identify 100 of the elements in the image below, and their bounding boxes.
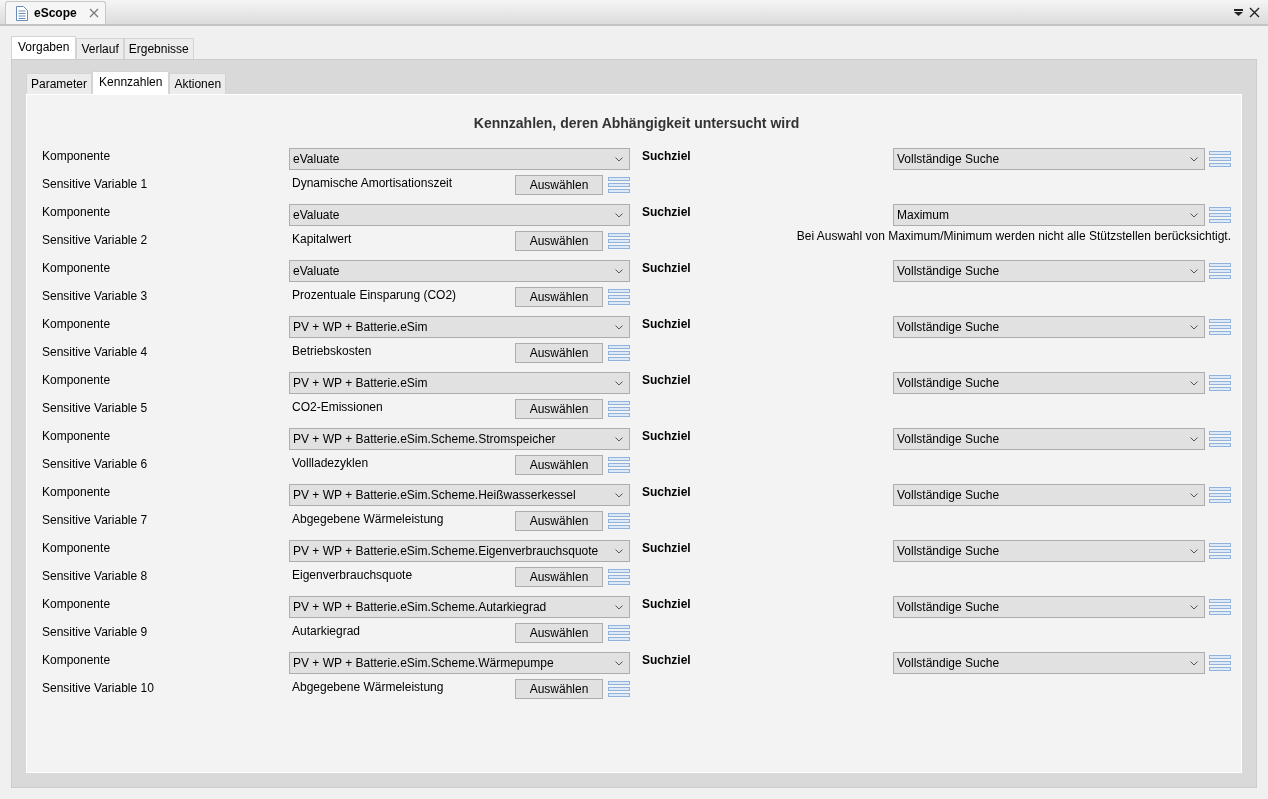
component-dropdown[interactable]: PV + WP + Batterie.eSim.Scheme.Autarkiegrad — [289, 596, 630, 618]
editor-tab[interactable]: eScope — [5, 1, 106, 24]
field-label: Komponente — [42, 316, 112, 333]
field-label: Sensitive Variable 10 — [42, 680, 155, 697]
chevron-down-icon — [615, 436, 623, 442]
select-button[interactable]: Auswählen — [515, 231, 603, 251]
list-icon[interactable] — [1209, 375, 1231, 391]
field-label: Komponente — [42, 652, 112, 669]
select-button[interactable]: Auswählen — [515, 679, 603, 699]
select-button[interactable]: Auswählen — [515, 399, 603, 419]
variable-name: Vollladezyklen — [292, 456, 370, 470]
select-button[interactable]: Auswählen — [515, 343, 603, 363]
component-dropdown[interactable]: PV + WP + Batterie.eSim.Scheme.Eigenverbrauchsquote — [289, 540, 630, 562]
search-goal-dropdown[interactable]: Maximum — [893, 204, 1205, 226]
search-goal-dropdown[interactable]: Vollständige Suche — [893, 596, 1205, 618]
list-icon[interactable] — [1209, 431, 1231, 447]
list-icon[interactable] — [1209, 151, 1231, 167]
search-goal-dropdown[interactable]: Vollständige Suche — [893, 260, 1205, 282]
list-icon[interactable] — [1209, 599, 1231, 615]
chevron-down-icon — [1190, 604, 1198, 610]
close-icon[interactable] — [1249, 6, 1260, 18]
field-label: Suchziel — [642, 484, 692, 501]
chevron-down-icon — [615, 380, 623, 386]
chevron-down-icon — [615, 156, 623, 162]
section-heading: Kennzahlen, deren Abhängigkeit untersucht wird — [472, 115, 801, 131]
variable-name: Dynamische Amortisationszeit — [292, 176, 454, 190]
component-dropdown[interactable]: PV + WP + Batterie.eSim — [289, 316, 630, 338]
select-button[interactable]: Auswählen — [515, 175, 603, 195]
field-label: Suchziel — [642, 316, 692, 333]
field-label: Komponente — [42, 204, 112, 221]
chevron-down-icon — [1190, 660, 1198, 666]
list-icon[interactable] — [1209, 487, 1231, 503]
list-icon[interactable] — [608, 625, 630, 641]
list-icon[interactable] — [608, 513, 630, 529]
tab[interactable]: Vorgaben — [11, 36, 77, 59]
field-label: Suchziel — [642, 372, 692, 389]
variable-name: Abgegebene Wärmeleistung — [292, 512, 445, 526]
search-goal-dropdown[interactable]: Vollständige Suche — [893, 540, 1205, 562]
search-goal-dropdown[interactable]: Vollständige Suche — [893, 372, 1205, 394]
view-menu-icon[interactable] — [1234, 7, 1243, 17]
field-label: Suchziel — [642, 148, 692, 165]
list-icon[interactable] — [608, 569, 630, 585]
field-label: Komponente — [42, 484, 112, 501]
component-dropdown[interactable]: eValuate — [289, 260, 630, 282]
component-dropdown[interactable]: eValuate — [289, 148, 630, 170]
chevron-down-icon — [615, 604, 623, 610]
variable-name: Autarkiegrad — [292, 624, 362, 638]
list-icon[interactable] — [608, 401, 630, 417]
list-icon[interactable] — [608, 177, 630, 193]
component-dropdown[interactable]: PV + WP + Batterie.eSim.Scheme.Wärmepumpe — [289, 652, 630, 674]
list-icon[interactable] — [1209, 655, 1231, 671]
list-icon[interactable] — [1209, 207, 1231, 223]
chevron-down-icon — [1190, 212, 1198, 218]
tab[interactable]: Aktionen — [169, 73, 227, 94]
list-icon[interactable] — [608, 345, 630, 361]
component-dropdown[interactable]: PV + WP + Batterie.eSim — [289, 372, 630, 394]
select-button[interactable]: Auswählen — [515, 511, 603, 531]
field-label: Komponente — [42, 260, 112, 277]
select-button[interactable]: Auswählen — [515, 567, 603, 587]
field-label: Suchziel — [642, 652, 692, 669]
list-icon[interactable] — [1209, 543, 1231, 559]
field-label: Komponente — [42, 148, 112, 165]
field-label: Sensitive Variable 7 — [42, 512, 149, 529]
field-label: Suchziel — [642, 540, 692, 557]
chevron-down-icon — [1190, 268, 1198, 274]
select-button[interactable]: Auswählen — [515, 287, 603, 307]
search-goal-dropdown[interactable]: Vollständige Suche — [893, 484, 1205, 506]
tab[interactable]: Verlauf — [76, 38, 124, 59]
component-dropdown[interactable]: PV + WP + Batterie.eSim.Scheme.Heißwasserkessel — [289, 484, 630, 506]
list-icon[interactable] — [608, 233, 630, 249]
search-goal-dropdown[interactable]: Vollständige Suche — [893, 148, 1205, 170]
variable-name: Abgegebene Wärmeleistung — [292, 680, 445, 694]
variable-name: Kapitalwert — [292, 232, 353, 246]
field-label: Komponente — [42, 540, 112, 557]
editor-tab-title: eScope — [34, 6, 77, 20]
tab[interactable]: Ergebnisse — [123, 38, 194, 59]
list-icon[interactable] — [1209, 319, 1231, 335]
chevron-down-icon — [1190, 324, 1198, 330]
select-button[interactable]: Auswählen — [515, 455, 603, 475]
list-icon[interactable] — [1209, 263, 1231, 279]
variable-name: CO2-Emissionen — [292, 400, 384, 414]
search-goal-dropdown[interactable]: Vollständige Suche — [893, 428, 1205, 450]
select-button[interactable]: Auswählen — [515, 623, 603, 643]
field-label: Suchziel — [642, 204, 692, 221]
tab[interactable]: Kennzahlen — [92, 71, 170, 94]
list-icon[interactable] — [608, 457, 630, 473]
search-goal-dropdown[interactable]: Vollständige Suche — [893, 652, 1205, 674]
search-goal-dropdown[interactable]: Vollständige Suche — [893, 316, 1205, 338]
component-dropdown[interactable]: PV + WP + Batterie.eSim.Scheme.Stromspeicher — [289, 428, 630, 450]
list-icon[interactable] — [608, 289, 630, 305]
chevron-down-icon — [615, 268, 623, 274]
field-label: Sensitive Variable 4 — [42, 344, 149, 361]
tab[interactable]: Parameter — [26, 73, 93, 94]
field-label: Komponente — [42, 596, 112, 613]
list-icon[interactable] — [608, 681, 630, 697]
variable-name: Eigenverbrauchsquote — [292, 568, 414, 582]
chevron-down-icon — [615, 212, 623, 218]
variable-name: Prozentuale Einsparung (CO2) — [292, 288, 458, 302]
document-icon — [16, 5, 28, 21]
component-dropdown[interactable]: eValuate — [289, 204, 630, 226]
